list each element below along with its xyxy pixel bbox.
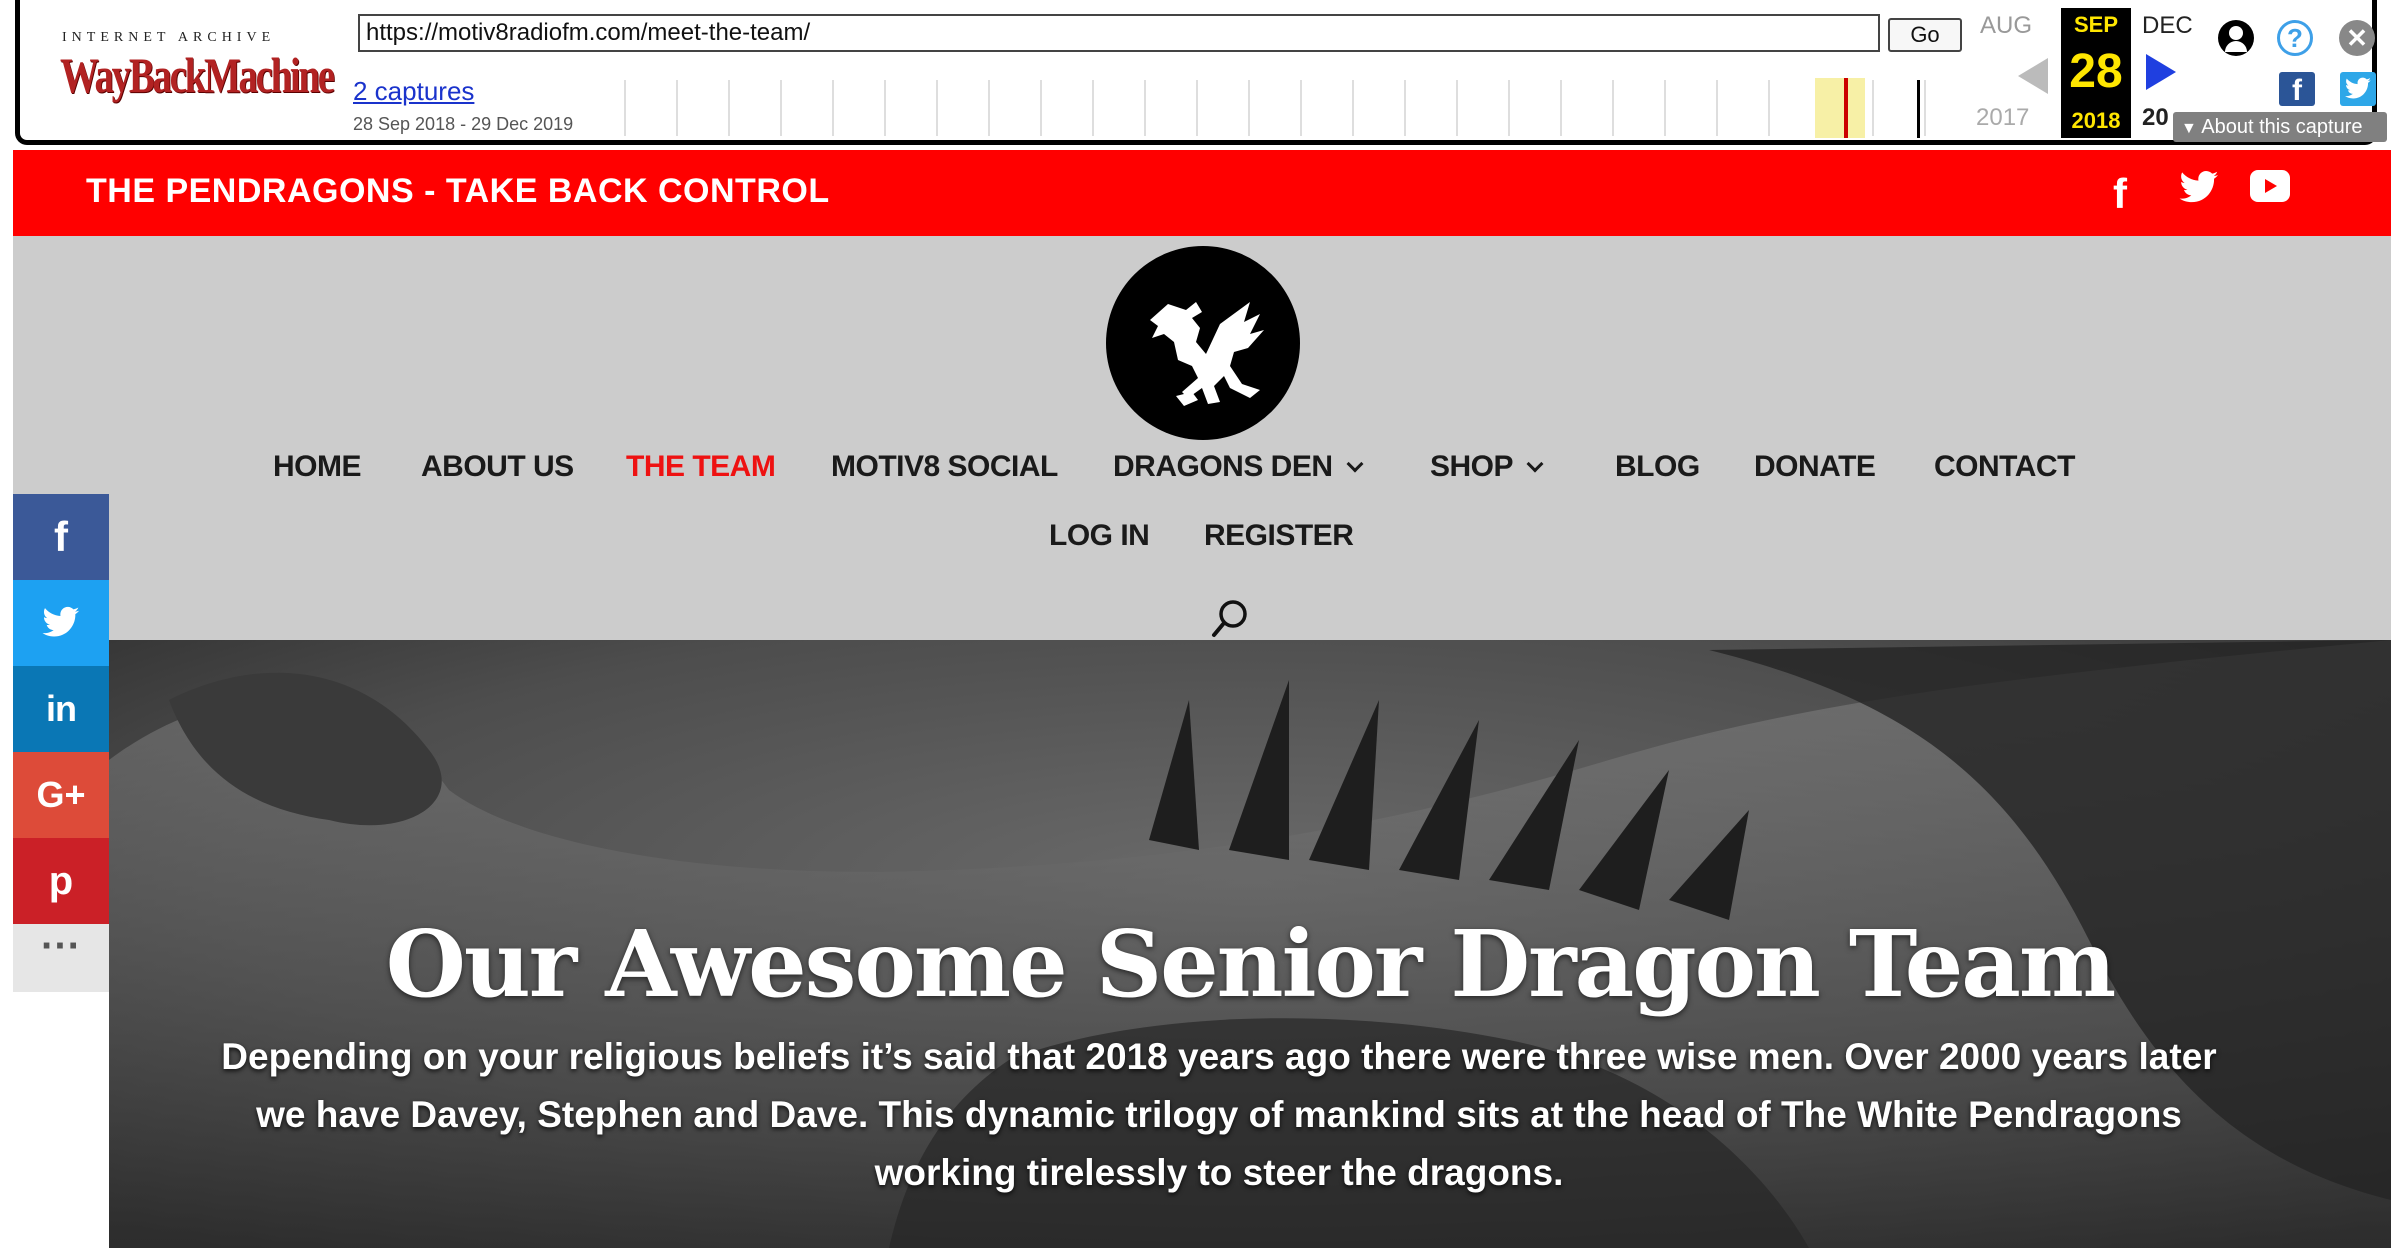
wayback-prev-year[interactable]: 2017 — [1976, 104, 2029, 132]
sparkline-year-tick — [1924, 80, 1926, 136]
dragon-emblem-icon — [1150, 302, 1264, 406]
sparkline-current-year-highlight — [1815, 78, 1865, 138]
sparkline-year-tick — [676, 80, 678, 136]
facebook-share-icon[interactable]: f — [2279, 72, 2315, 107]
wayback-logo-caption: INTERNET ARCHIVE — [62, 30, 276, 45]
wayback-current-day: 28 — [2069, 45, 2123, 98]
nav-the-team[interactable]: THE TEAM — [626, 450, 776, 484]
wayback-logo[interactable]: WayBackMachine — [60, 46, 335, 104]
wayback-current-capture: SEP 28 2018 — [2061, 8, 2131, 138]
user-icon[interactable] — [2218, 20, 2254, 56]
close-icon[interactable]: ✕ — [2339, 20, 2375, 56]
site-top-bar: THE PENDRAGONS - TAKE BACK CONTROL f — [13, 150, 2391, 236]
sparkline-year-tick — [988, 80, 990, 136]
wayback-captures-link[interactable]: 2 captures — [353, 76, 474, 107]
sparkline-year-tick — [1404, 80, 1406, 136]
sparkline-capture-marker — [1917, 80, 1920, 138]
sparkline-year-tick — [1352, 80, 1354, 136]
sparkline-year-tick — [1144, 80, 1146, 136]
nav-about-us[interactable]: ABOUT US — [421, 450, 574, 484]
site-header: HOME ABOUT US THE TEAM MOTIV8 SOCIAL DRA… — [13, 236, 2391, 640]
share-more-button[interactable]: ··· — [13, 924, 109, 992]
wayback-next-year[interactable]: 20 — [2142, 104, 2169, 132]
wayback-sparkline[interactable] — [620, 76, 1968, 138]
nav-home[interactable]: HOME — [273, 450, 362, 484]
hero-banner: Our Awesome Senior Dragon Team Depending… — [109, 640, 2391, 1248]
sparkline-year-tick — [1508, 80, 1510, 136]
nav-donate[interactable]: DONATE — [1754, 450, 1876, 484]
sparkline-year-tick — [1456, 80, 1458, 136]
wayback-go-button[interactable]: Go — [1888, 18, 1962, 52]
sparkline-year-tick — [832, 80, 834, 136]
chevron-down-icon — [1346, 455, 1364, 473]
nav-register[interactable]: REGISTER — [1204, 519, 1354, 553]
nav-log-in[interactable]: LOG IN — [1049, 519, 1150, 553]
sparkline-year-tick — [1300, 80, 1302, 136]
sparkline-capture-marker — [1844, 78, 1848, 138]
twitter-icon[interactable] — [2176, 170, 2222, 210]
wayback-prev-month[interactable]: AUG — [1980, 12, 2032, 40]
share-twitter-button[interactable] — [13, 580, 109, 666]
wayback-next-month[interactable]: DEC — [2142, 12, 2193, 40]
about-this-capture-label: About this capture — [2201, 116, 2363, 138]
twitter-share-icon[interactable] — [2340, 72, 2376, 106]
nav-dragons-den-label: DRAGONS DEN — [1113, 450, 1333, 483]
sparkline-year-tick — [1664, 80, 1666, 136]
sparkline-year-tick — [1040, 80, 1042, 136]
wayback-toolbar: INTERNET ARCHIVE WayBackMachine Go 2 cap… — [15, 0, 2387, 145]
help-icon[interactable]: ? — [2277, 20, 2313, 56]
youtube-icon[interactable] — [2250, 170, 2290, 202]
sparkline-year-tick — [1248, 80, 1250, 136]
wayback-current-year: 2018 — [2071, 108, 2121, 133]
sparkline-year-tick — [1768, 80, 1770, 136]
hero-title: Our Awesome Senior Dragon Team — [385, 910, 2117, 1018]
facebook-icon[interactable]: f — [2113, 170, 2127, 218]
nav-contact[interactable]: CONTACT — [1934, 450, 2075, 484]
nav-shop-label: SHOP — [1430, 450, 1514, 483]
nav-blog[interactable]: BLOG — [1615, 450, 1700, 484]
wayback-url-input[interactable] — [358, 14, 1880, 52]
sparkline-year-tick — [1612, 80, 1614, 136]
sparkline-year-tick — [728, 80, 730, 136]
share-facebook-button[interactable]: f — [13, 494, 109, 580]
next-capture-arrow-icon[interactable] — [2146, 54, 2176, 90]
dropdown-triangle-icon: ▼ — [2181, 120, 2197, 137]
share-google-plus-button[interactable]: G+ — [13, 752, 109, 838]
sparkline-year-tick — [780, 80, 782, 136]
nav-shop[interactable]: SHOP — [1430, 450, 1544, 484]
twitter-icon — [42, 606, 80, 637]
sparkline-year-tick — [1872, 80, 1874, 136]
sparkline-year-tick — [1560, 80, 1562, 136]
sparkline-year-tick — [1716, 80, 1718, 136]
sparkline-year-tick — [1196, 80, 1198, 136]
sparkline-year-tick — [936, 80, 938, 136]
prev-capture-arrow-icon[interactable] — [2018, 58, 2048, 94]
sparkline-year-tick — [1092, 80, 1094, 136]
sparkline-year-tick — [624, 80, 626, 136]
wayback-capture-range: 28 Sep 2018 - 29 Dec 2019 — [353, 114, 574, 134]
nav-motiv8-social[interactable]: MOTIV8 SOCIAL — [831, 450, 1058, 484]
about-this-capture-button[interactable]: ▼ About this capture — [2173, 112, 2387, 142]
hero-description: Depending on your religious beliefs it’s… — [221, 1036, 2217, 1193]
share-pinterest-button[interactable]: p — [13, 838, 109, 924]
search-icon[interactable] — [1209, 598, 1251, 640]
nav-dragons-den[interactable]: DRAGONS DEN — [1113, 450, 1364, 484]
chevron-down-icon — [1526, 455, 1544, 473]
share-linkedin-button[interactable]: in — [13, 666, 109, 752]
wayback-current-month: SEP — [2073, 12, 2119, 37]
site-logo[interactable] — [1106, 246, 1300, 440]
sparkline-year-tick — [884, 80, 886, 136]
site-tagline: THE PENDRAGONS - TAKE BACK CONTROL — [86, 172, 830, 210]
